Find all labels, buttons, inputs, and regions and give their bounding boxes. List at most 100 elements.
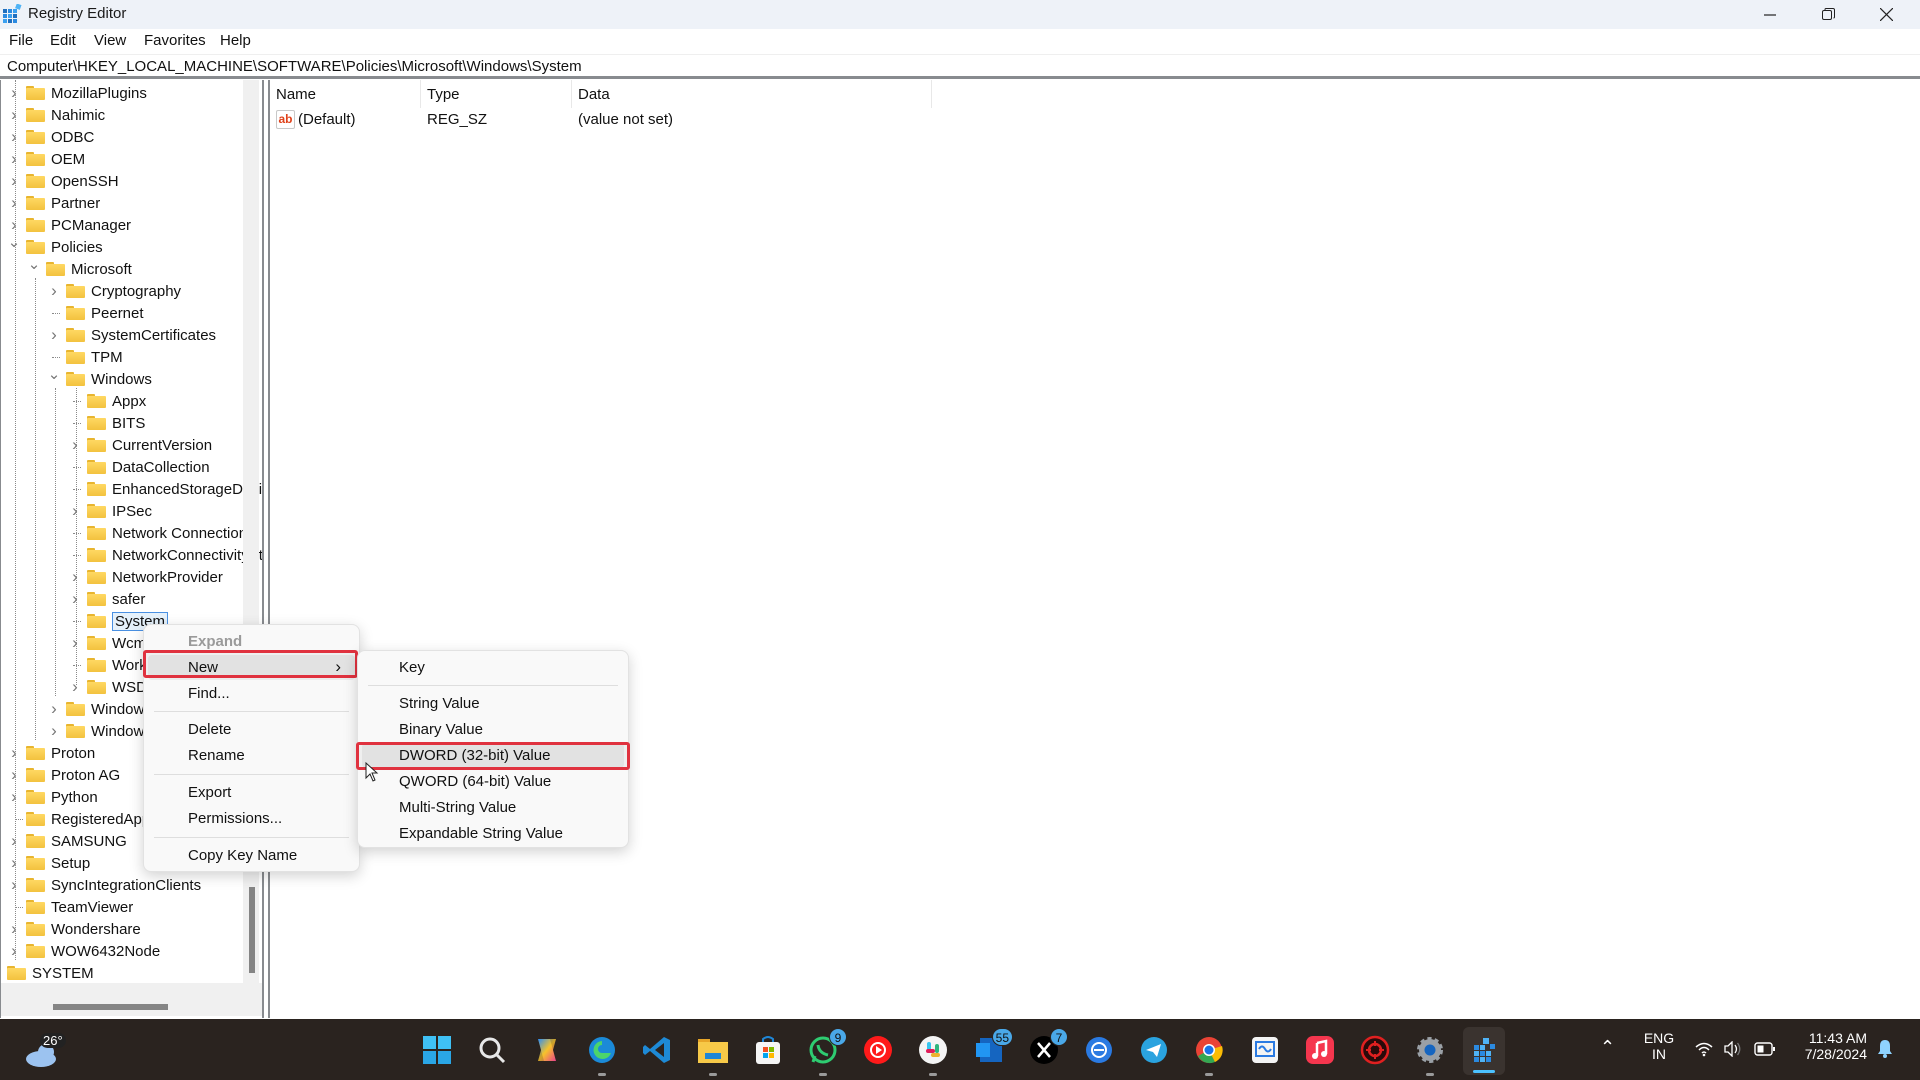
tree-item[interactable]: NetworkConnectivityStatusIndicator xyxy=(87,544,262,566)
tree-item[interactable]: WOW6432Node xyxy=(26,940,160,962)
taskbar-copilot-icon[interactable] xyxy=(531,1034,563,1066)
context-menu-delete[interactable]: Delete xyxy=(148,717,355,742)
tree-item[interactable]: safer xyxy=(87,588,145,610)
chevron-right-icon[interactable]: › xyxy=(8,104,20,126)
taskbar-edge-icon[interactable] xyxy=(586,1034,618,1076)
chevron-right-icon[interactable]: › xyxy=(8,852,20,874)
tree-item[interactable]: SystemCertificates xyxy=(66,324,216,346)
taskbar-x-icon[interactable]: 7 xyxy=(1028,1028,1068,1066)
tree-item-label[interactable]: Network Connections xyxy=(112,525,255,542)
wifi-icon[interactable] xyxy=(1694,1041,1714,1057)
tree-item-label[interactable]: Proton AG xyxy=(51,767,120,784)
tree-item-label[interactable]: safer xyxy=(112,591,145,608)
tree-item-label[interactable]: CurrentVersion xyxy=(112,437,212,454)
tree-item[interactable]: Microsoft xyxy=(46,258,132,280)
tree-item-label[interactable]: SYSTEM xyxy=(32,965,94,982)
chevron-right-icon[interactable]: › xyxy=(8,148,20,170)
tree-item[interactable]: SyncIntegrationClients xyxy=(26,874,201,896)
tree-item[interactable]: Proton AG xyxy=(26,764,120,786)
clock[interactable]: 11:43 AM 7/28/2024 xyxy=(1793,1030,1867,1062)
tree-item-label[interactable]: Wondershare xyxy=(51,921,141,938)
chevron-down-icon[interactable]: ⌄ xyxy=(28,253,41,275)
tree-item-label[interactable]: Python xyxy=(51,789,98,806)
submenu-multi-string-value[interactable]: Multi-String Value xyxy=(362,795,624,820)
address-bar[interactable]: Computer\HKEY_LOCAL_MACHINE\SOFTWARE\Pol… xyxy=(0,54,1920,79)
tree-item[interactable]: Partner xyxy=(26,192,100,214)
taskbar-vscode-icon[interactable] xyxy=(641,1034,673,1066)
context-menu-copy-key-name[interactable]: Copy Key Name xyxy=(148,843,355,868)
chevron-right-icon[interactable]: › xyxy=(8,82,20,104)
tree-item[interactable]: EnhancedStorageDevices xyxy=(87,478,262,500)
tree-item-label[interactable]: TPM xyxy=(91,349,123,366)
taskbar-outlook-icon[interactable]: 55 xyxy=(973,1028,1013,1066)
tree-item-label[interactable]: Peernet xyxy=(91,305,144,322)
address-path[interactable]: Computer\HKEY_LOCAL_MACHINE\SOFTWARE\Pol… xyxy=(7,58,582,75)
minimize-button[interactable] xyxy=(1741,0,1799,29)
tree-item[interactable]: Setup xyxy=(26,852,90,874)
tree-item-label[interactable]: Nahimic xyxy=(51,107,105,124)
taskbar-start-icon[interactable] xyxy=(421,1034,453,1066)
tree-item-label[interactable]: IPSec xyxy=(112,503,152,520)
tree-item-label[interactable]: Partner xyxy=(51,195,100,212)
chevron-right-icon[interactable]: › xyxy=(8,830,20,852)
tree-item-label[interactable]: NetworkConnectivityStatusIndicator xyxy=(112,547,262,564)
taskbar-youtube-music-icon[interactable] xyxy=(862,1034,894,1066)
column-header-data[interactable]: Data xyxy=(578,86,610,103)
context-menu-permissions[interactable]: Permissions... xyxy=(148,806,355,831)
menu-view[interactable]: View xyxy=(94,32,126,49)
column-header-type[interactable]: Type xyxy=(427,86,460,103)
chevron-right-icon[interactable]: › xyxy=(69,588,81,610)
tree-item[interactable]: IPSec xyxy=(87,500,152,522)
taskbar-registry-editor-icon[interactable] xyxy=(1463,1027,1505,1075)
tree-item[interactable]: SYSTEM xyxy=(7,962,94,984)
tree-item[interactable]: Cryptography xyxy=(66,280,181,302)
column-separator[interactable] xyxy=(571,80,572,108)
tree-item-label[interactable]: EnhancedStorageDevices xyxy=(112,481,262,498)
chevron-down-icon[interactable]: ⌄ xyxy=(8,231,21,253)
chevron-right-icon[interactable]: › xyxy=(8,786,20,808)
tree-item-label[interactable]: TeamViewer xyxy=(51,899,133,916)
context-menu-export[interactable]: Export xyxy=(148,780,355,805)
tree-item[interactable]: Python xyxy=(26,786,98,808)
tree-item[interactable]: Peernet xyxy=(66,302,144,324)
tree-item-label[interactable]: SAMSUNG xyxy=(51,833,127,850)
submenu-binary-value[interactable]: Binary Value xyxy=(362,717,624,742)
submenu-qword-value[interactable]: QWORD (64-bit) Value xyxy=(362,769,624,794)
tree-item-label[interactable]: Windows xyxy=(91,371,152,388)
tree-vertical-scroll-thumb[interactable] xyxy=(249,887,255,973)
key-tree-panel[interactable]: MozillaPlugins › Nahimic › ODBC › OEM › OpenSSH ›… xyxy=(0,80,264,1018)
tree-item[interactable]: NetworkProvider xyxy=(87,566,223,588)
battery-icon[interactable] xyxy=(1754,1042,1776,1056)
tree-item-label[interactable]: Policies xyxy=(51,239,103,256)
tree-horizontal-scroll-thumb[interactable] xyxy=(53,1004,168,1010)
tree-item[interactable]: ODBC xyxy=(26,126,94,148)
chevron-right-icon[interactable]: › xyxy=(69,500,81,522)
values-pane[interactable]: Name Type Data ab (Default) REG_SZ (valu… xyxy=(268,80,1920,1018)
chevron-right-icon[interactable]: › xyxy=(8,918,20,940)
chevron-right-icon[interactable]: › xyxy=(8,170,20,192)
tree-item-label[interactable]: SyncIntegrationClients xyxy=(51,877,201,894)
chevron-right-icon[interactable]: › xyxy=(8,742,20,764)
taskbar-remote-desktop-icon[interactable] xyxy=(1249,1034,1281,1066)
language-indicator[interactable]: ENG IN xyxy=(1642,1030,1676,1062)
tree-item[interactable]: OEM xyxy=(26,148,85,170)
tree-item[interactable]: TPM xyxy=(66,346,123,368)
chevron-right-icon[interactable]: › xyxy=(48,280,60,302)
submenu-string-value[interactable]: String Value xyxy=(362,691,624,716)
menu-edit[interactable]: Edit xyxy=(50,32,76,49)
column-header-name[interactable]: Name xyxy=(276,86,316,103)
chevron-right-icon[interactable]: › xyxy=(48,324,60,346)
submenu-key[interactable]: Key xyxy=(362,655,624,680)
tree-item[interactable]: Proton xyxy=(26,742,95,764)
taskbar-whatsapp-icon[interactable]: 9 xyxy=(807,1028,847,1076)
tree-item-label[interactable]: Microsoft xyxy=(71,261,132,278)
weather-widget[interactable]: 26° xyxy=(22,1033,66,1069)
context-menu-rename[interactable]: Rename xyxy=(148,743,355,768)
taskbar-microsoft-store-icon[interactable] xyxy=(752,1034,784,1066)
taskbar-telegram-icon[interactable] xyxy=(1138,1034,1170,1066)
taskbar-settings-icon[interactable] xyxy=(1414,1034,1446,1076)
taskbar-driver-booster-icon[interactable] xyxy=(1359,1034,1391,1066)
restore-button[interactable] xyxy=(1799,0,1857,29)
tree-item-label[interactable]: ODBC xyxy=(51,129,94,146)
chevron-right-icon[interactable]: › xyxy=(48,720,60,742)
